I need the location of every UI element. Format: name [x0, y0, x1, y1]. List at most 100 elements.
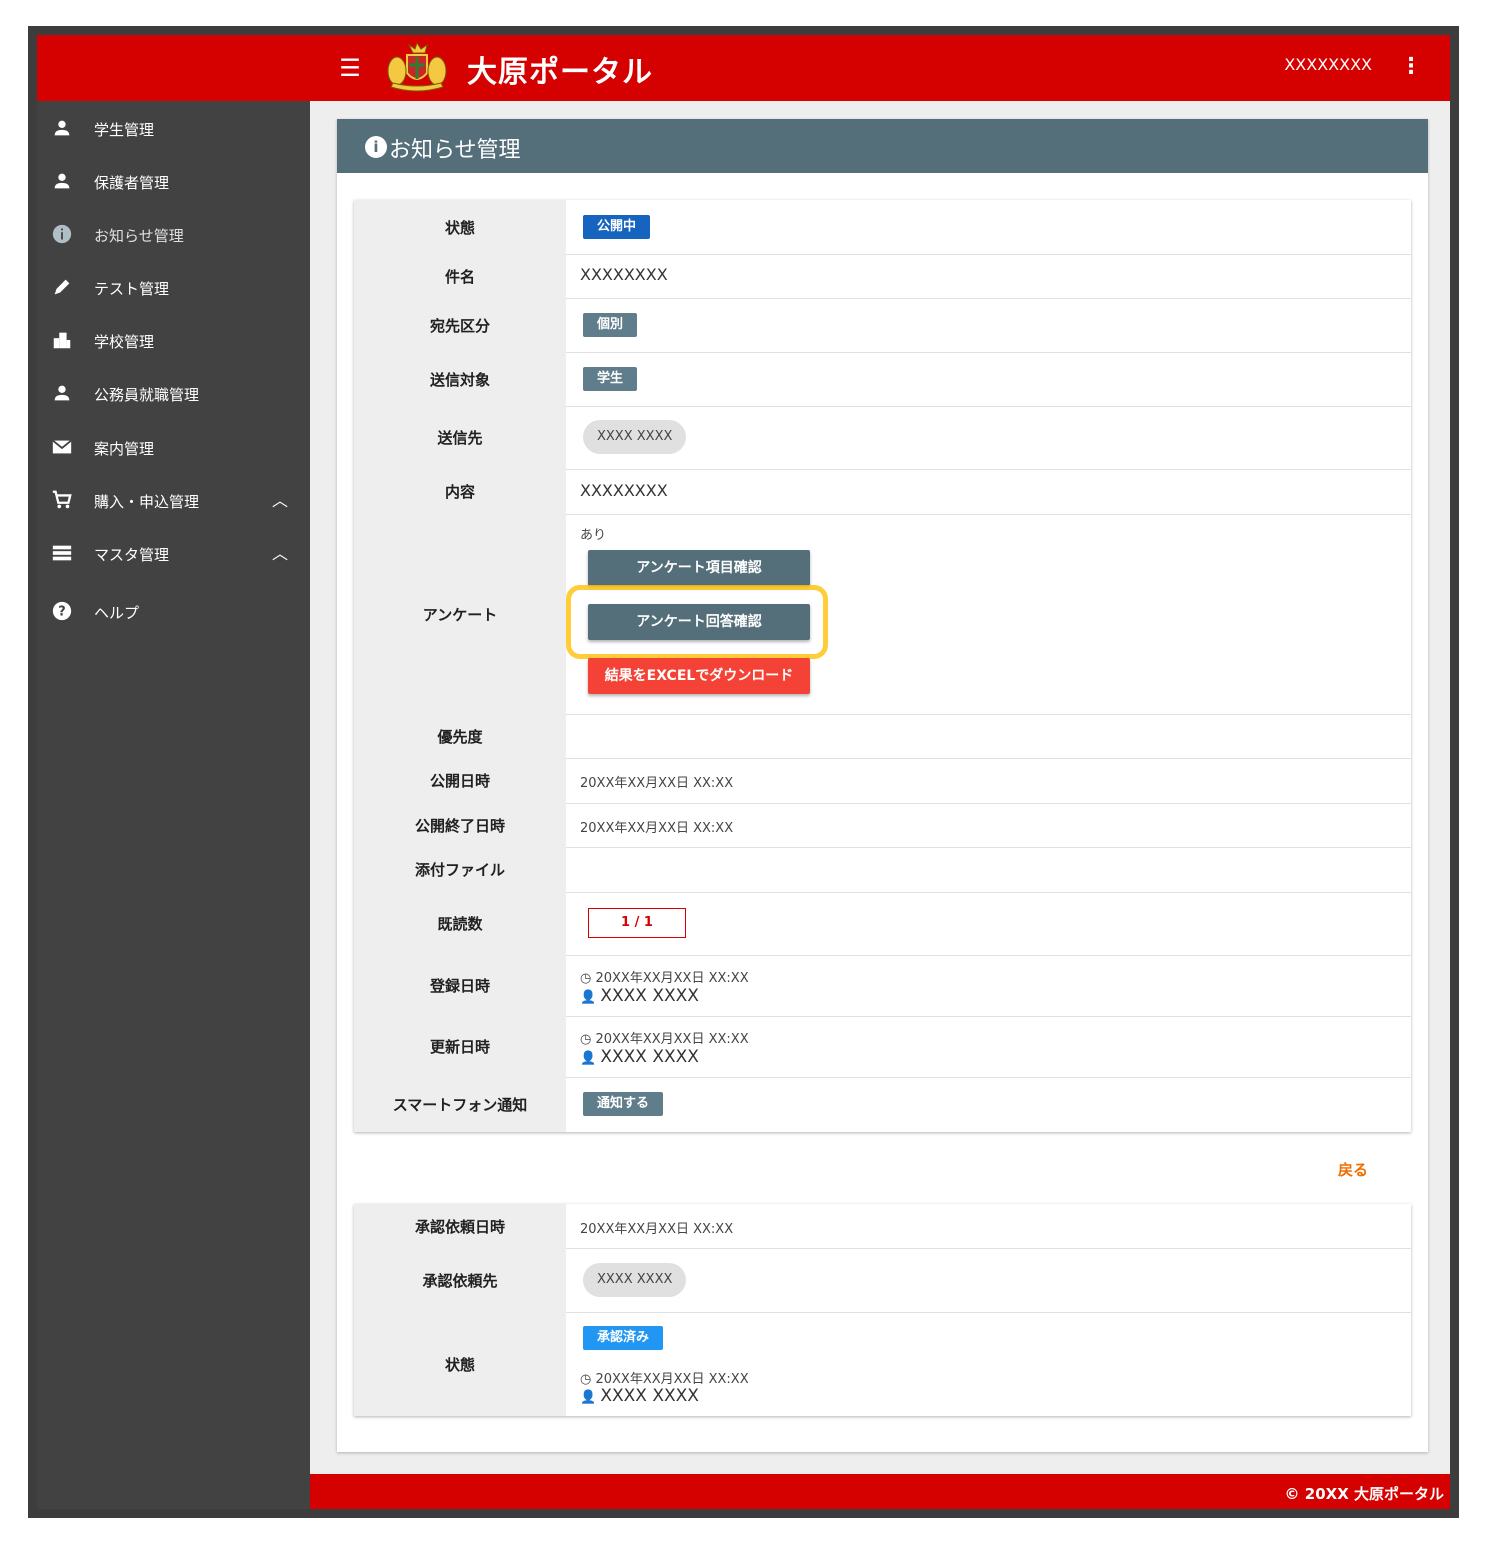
crest-logo [387, 41, 447, 92]
publish-end-date: 20XX年XX月XX日 XX:XX [580, 821, 734, 836]
building-icon [53, 332, 71, 349]
sidebar-item-students[interactable]: 学生管理 [37, 109, 310, 149]
row-label: 宛先区分 [354, 298, 566, 352]
sidebar-item-label: 公務員就職管理 [94, 386, 200, 404]
sidebar-item-schools[interactable]: 学校管理 [37, 321, 310, 361]
chevron-up-icon[interactable]: ︿ [272, 487, 288, 511]
info-icon: i [365, 136, 387, 158]
subject-value: XXXXXXXX [580, 265, 668, 284]
row-label: 公開終了日時 [354, 803, 566, 847]
table-row: 添付ファイル [354, 847, 1411, 893]
row-label: 内容 [354, 469, 566, 514]
person-icon [54, 173, 70, 189]
request-date: 20XX年XX月XX日 XX:XX [580, 1222, 734, 1237]
notice-panel: i お知らせ管理 状態 公開中 件名 XXXXXXXX 宛先区分 個別 送信対象… [337, 119, 1428, 1452]
app-header: ☰ 大原ポータル XXXXXXXX ⋮ [37, 35, 1450, 101]
excel-download-button[interactable]: 結果をEXCELでダウンロード [588, 658, 810, 694]
clock-icon: ◷ [580, 971, 596, 986]
approval-user: 👤 XXXX XXXX [580, 1386, 699, 1406]
copyright: © 20XX 大原ポータル [1284, 1485, 1444, 1503]
sidebar: 学生管理 保護者管理 お知らせ管理 テスト管理 学校管理 公務員就職管理 案内管… [37, 101, 310, 1509]
sidebar-item-tests[interactable]: テスト管理 [37, 268, 310, 308]
row-label: 既読数 [354, 892, 566, 955]
cart-icon [52, 490, 72, 509]
sidebar-item-master[interactable]: マスタ管理 ︿ [37, 534, 310, 574]
timestamp-text: 20XX年XX月XX日 XX:XX [595, 1372, 749, 1387]
updated-user: 👤 XXXX XXXX [580, 1047, 699, 1067]
status-badge: 公開中 [583, 215, 651, 239]
user-text: XXXX XXXX [600, 1047, 699, 1067]
table-row: 件名 XXXXXXXX [354, 254, 1411, 299]
approver-chip[interactable]: XXXX XXXX [583, 1263, 687, 1297]
table-row: 公開日時 20XX年XX月XX日 XX:XX [354, 758, 1411, 804]
panel-header: i お知らせ管理 [337, 119, 1428, 173]
back-link[interactable]: 戻る [1338, 1159, 1368, 1180]
help-icon: ? [52, 601, 72, 621]
sidebar-item-civil-service[interactable]: 公務員就職管理 [37, 374, 310, 414]
read-count-button[interactable]: 1 / 1 [588, 908, 686, 938]
publish-date: 20XX年XX月XX日 XX:XX [580, 776, 734, 791]
content-value: XXXXXXXX [580, 481, 668, 500]
sidebar-item-label: 学校管理 [94, 333, 155, 351]
timestamp-text: 20XX年XX月XX日 XX:XX [595, 971, 749, 986]
target-badge: 学生 [583, 367, 638, 391]
row-label: 添付ファイル [354, 847, 566, 892]
row-label: 送信対象 [354, 352, 566, 406]
approval-time: ◷ 20XX年XX月XX日 XX:XX [580, 1368, 749, 1387]
row-label: 公開日時 [354, 758, 566, 803]
sidebar-item-help[interactable]: ? ヘルプ [37, 592, 310, 632]
table-row: 公開終了日時 20XX年XX月XX日 XX:XX [354, 803, 1411, 848]
chevron-up-icon[interactable]: ︿ [272, 540, 288, 564]
table-row: 内容 XXXXXXXX [354, 469, 1411, 515]
user-name[interactable]: XXXXXXXX [1284, 55, 1372, 74]
row-label: 優先度 [354, 714, 566, 758]
row-label: 送信先 [354, 406, 566, 469]
main-content: i お知らせ管理 状態 公開中 件名 XXXXXXXX 宛先区分 個別 送信対象… [310, 101, 1450, 1474]
table-row: 宛先区分 個別 [354, 298, 1411, 353]
list-icon [52, 545, 72, 561]
table-row: 状態 承認済み ◷ 20XX年XX月XX日 XX:XX 👤 XXXX XXXX [354, 1312, 1411, 1416]
sidebar-item-label: マスタ管理 [94, 546, 170, 564]
row-label: 登録日時 [354, 955, 566, 1016]
recipient-chip[interactable]: XXXX XXXX [583, 420, 687, 454]
sidebar-item-label: 購入・申込管理 [94, 493, 200, 511]
push-badge: 通知する [583, 1092, 664, 1116]
person-icon: 👤 [580, 990, 601, 1005]
user-text: XXXX XXXX [600, 1386, 699, 1406]
approval-status-badge: 承認済み [583, 1326, 664, 1350]
table-row: 既読数 1 / 1 [354, 892, 1411, 956]
page-title: お知らせ管理 [389, 138, 521, 163]
clock-icon: ◷ [580, 1032, 596, 1047]
notice-detail-table: 状態 公開中 件名 XXXXXXXX 宛先区分 個別 送信対象 学生 送信先 X… [354, 200, 1411, 1132]
app-title: 大原ポータル [467, 55, 653, 90]
dest-type-badge: 個別 [583, 313, 638, 337]
table-row: 状態 公開中 [354, 200, 1411, 255]
table-row: 承認依頼日時 20XX年XX月XX日 XX:XX [354, 1204, 1411, 1249]
table-row: 送信対象 学生 [354, 352, 1411, 407]
row-label: スマートフォン通知 [354, 1077, 566, 1132]
sidebar-item-label: ヘルプ [94, 604, 140, 622]
sidebar-item-label: 保護者管理 [94, 174, 170, 192]
row-label: 更新日時 [354, 1016, 566, 1077]
sidebar-item-purchase[interactable]: 購入・申込管理 ︿ [37, 481, 310, 521]
survey-value: あり [580, 528, 607, 543]
table-row: 承認依頼先 XXXX XXXX [354, 1248, 1411, 1313]
menu-icon[interactable]: ☰ [337, 55, 363, 81]
info-icon [52, 224, 72, 244]
person-icon [54, 385, 70, 401]
sidebar-item-notices[interactable]: お知らせ管理 [37, 215, 310, 255]
footer: © 20XX 大原ポータル [310, 1474, 1450, 1509]
person-icon [54, 120, 70, 136]
updated-time: ◷ 20XX年XX月XX日 XX:XX [580, 1028, 749, 1047]
sidebar-item-guide[interactable]: 案内管理 [37, 428, 310, 468]
table-row: 登録日時 ◷ 20XX年XX月XX日 XX:XX 👤 XXXX XXXX [354, 955, 1411, 1017]
sidebar-item-label: 案内管理 [94, 440, 155, 458]
more-vert-icon[interactable]: ⋮ [1400, 53, 1422, 81]
person-icon: 👤 [580, 1390, 601, 1405]
sidebar-item-guardians[interactable]: 保護者管理 [37, 162, 310, 202]
row-label: 承認依頼先 [354, 1248, 566, 1312]
sidebar-item-label: お知らせ管理 [94, 227, 184, 245]
survey-answers-button[interactable]: アンケート回答確認 [588, 604, 810, 640]
survey-items-button[interactable]: アンケート項目確認 [588, 550, 810, 586]
sidebar-item-label: テスト管理 [94, 280, 170, 298]
